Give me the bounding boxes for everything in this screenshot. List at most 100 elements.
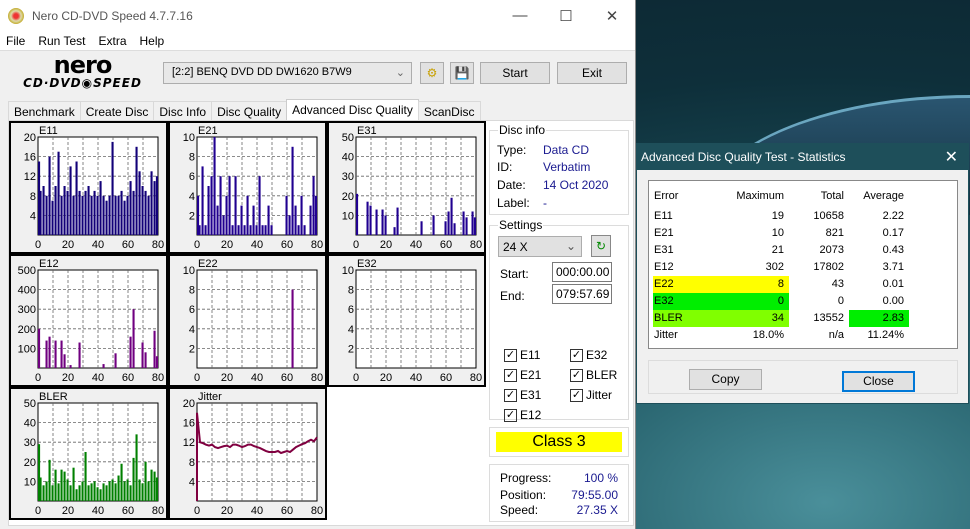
bar xyxy=(99,489,102,501)
close-button[interactable]: Close xyxy=(842,371,915,392)
bar xyxy=(45,340,48,368)
checkbox-jitter[interactable]: ✓ Jitter xyxy=(570,388,612,402)
menu-help[interactable]: Help xyxy=(140,34,165,48)
bar xyxy=(228,176,231,235)
bar xyxy=(42,485,45,501)
chart-title: BLER xyxy=(39,391,68,403)
bar xyxy=(135,434,138,501)
bar xyxy=(45,481,48,501)
bar xyxy=(213,137,216,235)
drive-select[interactable]: [2:2] BENQ DVD DD DW1620 B7W9 ⌄ xyxy=(163,62,412,84)
tab-benchmark[interactable]: Benchmark xyxy=(8,101,81,121)
x-tick-label: 80 xyxy=(311,239,323,251)
x-tick-label: 0 xyxy=(194,372,200,384)
end-field[interactable]: 079:57.69 xyxy=(552,284,612,304)
bar xyxy=(99,181,102,235)
checkbox-e32[interactable]: ✓ E32 xyxy=(570,348,607,362)
speed-select[interactable]: 24 X ⌄ xyxy=(498,236,582,257)
cell-average: 0.43 xyxy=(882,244,904,256)
bar xyxy=(285,195,288,235)
bar xyxy=(249,225,252,235)
cell-error: BLER xyxy=(654,312,683,324)
copy-button[interactable]: Copy xyxy=(689,369,762,390)
menu-run-test[interactable]: Run Test xyxy=(38,34,85,48)
y-tick-label: 300 xyxy=(18,304,36,316)
bar xyxy=(255,225,258,235)
bar xyxy=(471,211,474,235)
bar xyxy=(234,176,237,235)
tab-scandisc[interactable]: ScanDisc xyxy=(417,101,481,121)
x-tick-label: 80 xyxy=(152,372,164,384)
close-icon[interactable]: ✕ xyxy=(589,7,635,25)
progress-label: Progress: xyxy=(500,471,552,485)
type-value: Data CD xyxy=(543,143,590,157)
chart-title: E22 xyxy=(198,258,218,270)
bar xyxy=(81,195,84,235)
bar xyxy=(93,190,96,235)
checkbox-label: E31 xyxy=(520,388,542,402)
checkbox-e12[interactable]: ✓ E12 xyxy=(504,408,541,422)
bar xyxy=(147,195,150,235)
exit-button[interactable]: Exit xyxy=(557,62,627,84)
save-icon[interactable]: 💾 xyxy=(450,62,474,84)
y-tick-label: 100 xyxy=(18,343,36,355)
bar xyxy=(42,186,45,235)
menu-file[interactable]: File xyxy=(6,34,25,48)
bar xyxy=(141,186,144,235)
x-tick-label: 60 xyxy=(122,505,134,517)
x-tick-label: 20 xyxy=(62,505,74,517)
bar xyxy=(123,481,126,501)
bar xyxy=(54,469,57,501)
table-row: E11 19 10658 2.22 xyxy=(654,208,954,225)
y-tick-label: 50 xyxy=(24,398,36,410)
bar xyxy=(312,176,315,235)
cell-average: 0.17 xyxy=(882,227,904,239)
app-icon xyxy=(8,7,24,24)
cell-error: E32 xyxy=(654,295,674,307)
cell-error: E31 xyxy=(654,244,674,256)
close-icon[interactable]: ✕ xyxy=(945,147,958,167)
start-field[interactable]: 000:00.00 xyxy=(552,262,612,282)
drive-info-icon[interactable]: ⚙ xyxy=(420,62,444,84)
tab-disc-info[interactable]: Disc Info xyxy=(153,101,213,121)
refresh-icon[interactable]: ↻ xyxy=(591,235,611,257)
bar xyxy=(153,471,156,501)
x-tick-label: 80 xyxy=(470,239,482,251)
menu-extra[interactable]: Extra xyxy=(98,34,126,48)
bar xyxy=(78,190,81,235)
checkbox-bler[interactable]: ✓ BLER xyxy=(570,368,617,382)
checkbox-e11[interactable]: ✓ E11 xyxy=(504,348,540,362)
bar xyxy=(369,205,372,235)
x-tick-label: 0 xyxy=(35,372,41,384)
start-button[interactable]: Start xyxy=(480,62,550,84)
class-group: Class 3 xyxy=(489,427,629,457)
tab-create-disc[interactable]: Create Disc xyxy=(79,101,155,121)
cell-average: 2.83 xyxy=(882,312,904,324)
table-header: Error Maximum Total Average xyxy=(654,188,954,205)
tab-disc-quality[interactable]: Disc Quality xyxy=(211,101,288,121)
x-tick-label: 20 xyxy=(62,372,74,384)
bar xyxy=(114,483,117,501)
y-tick-label: 8 xyxy=(189,457,195,469)
y-tick-label: 20 xyxy=(183,398,195,410)
bar xyxy=(444,221,447,235)
bar xyxy=(135,146,138,235)
checkbox-label: E21 xyxy=(520,368,542,382)
checkmark-icon: ✓ xyxy=(504,408,517,422)
bar xyxy=(132,190,135,235)
bar xyxy=(72,467,75,501)
plot-area xyxy=(355,269,477,369)
tab-advanced-disc-quality[interactable]: Advanced Disc Quality xyxy=(286,99,419,121)
bar xyxy=(150,171,153,235)
bar xyxy=(96,195,99,235)
checkbox-e21[interactable]: ✓ E21 xyxy=(504,368,541,382)
cell-maximum: 34 xyxy=(771,312,784,324)
checkbox-e31[interactable]: ✓ E31 xyxy=(504,388,541,402)
bar xyxy=(155,356,158,368)
minimize-icon[interactable]: — xyxy=(497,7,543,25)
bar xyxy=(69,166,72,235)
x-tick-label: 60 xyxy=(122,239,134,251)
y-tick-label: 12 xyxy=(183,437,195,449)
bar xyxy=(102,195,105,235)
maximize-icon[interactable]: ☐ xyxy=(543,7,589,25)
